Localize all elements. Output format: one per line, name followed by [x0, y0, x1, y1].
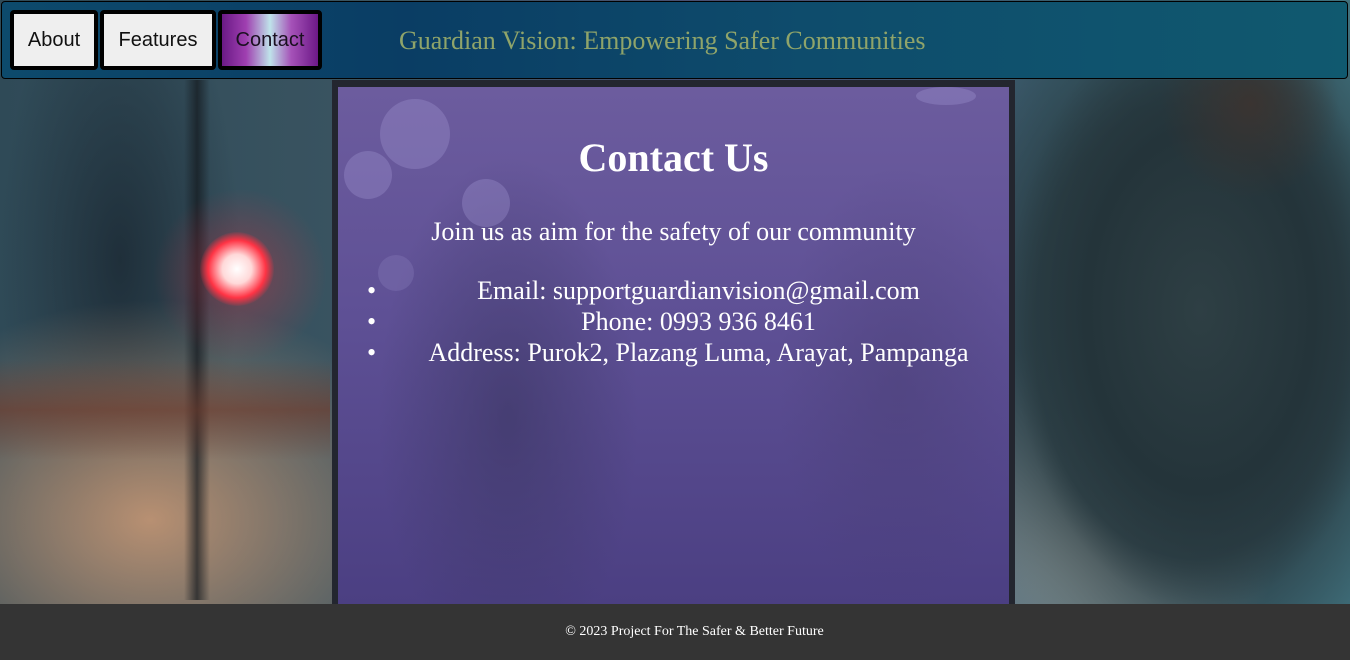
bullet-icon: • [367, 276, 377, 305]
contact-card: Contact Us Join us as aim for the safety… [338, 87, 1009, 604]
footer-copyright: © 2023 Project For The Safer & Better Fu… [565, 624, 824, 639]
bullet-icon: • [367, 338, 377, 367]
contact-list: • Email: supportguardianvision@gmail.com… [338, 275, 1009, 368]
contact-email: • Email: supportguardianvision@gmail.com [338, 275, 1009, 306]
contact-phone: • Phone: 0993 936 8461 [338, 306, 1009, 337]
background-street [0, 360, 330, 460]
contact-phone-text: Phone: 0993 936 8461 [581, 307, 816, 336]
bullet-icon: • [367, 307, 377, 336]
footer: © 2023 Project For The Safer & Better Fu… [0, 604, 1350, 660]
contact-address-text: Address: Purok2, Plazang Luma, Arayat, P… [428, 338, 969, 367]
site-title: Guardian Vision: Empowering Safer Commun… [399, 26, 926, 55]
background-red-light [200, 232, 274, 306]
background-hood [1160, 80, 1340, 200]
nav-features-button[interactable]: Features [100, 10, 216, 70]
nav-about-button[interactable]: About [10, 10, 98, 70]
contact-tagline: Join us as aim for the safety of our com… [431, 217, 916, 246]
contact-title: Contact Us [578, 135, 769, 180]
nav-contact-button[interactable]: Contact [218, 10, 322, 70]
bokeh-light [916, 87, 976, 105]
contact-address: • Address: Purok2, Plazang Luma, Arayat,… [338, 337, 1009, 368]
page: Contact Us Join us as aim for the safety… [0, 0, 1350, 660]
header-bar: About Features Contact Guardian Vision: … [1, 1, 1348, 79]
contact-email-text: Email: supportguardianvision@gmail.com [477, 276, 920, 305]
